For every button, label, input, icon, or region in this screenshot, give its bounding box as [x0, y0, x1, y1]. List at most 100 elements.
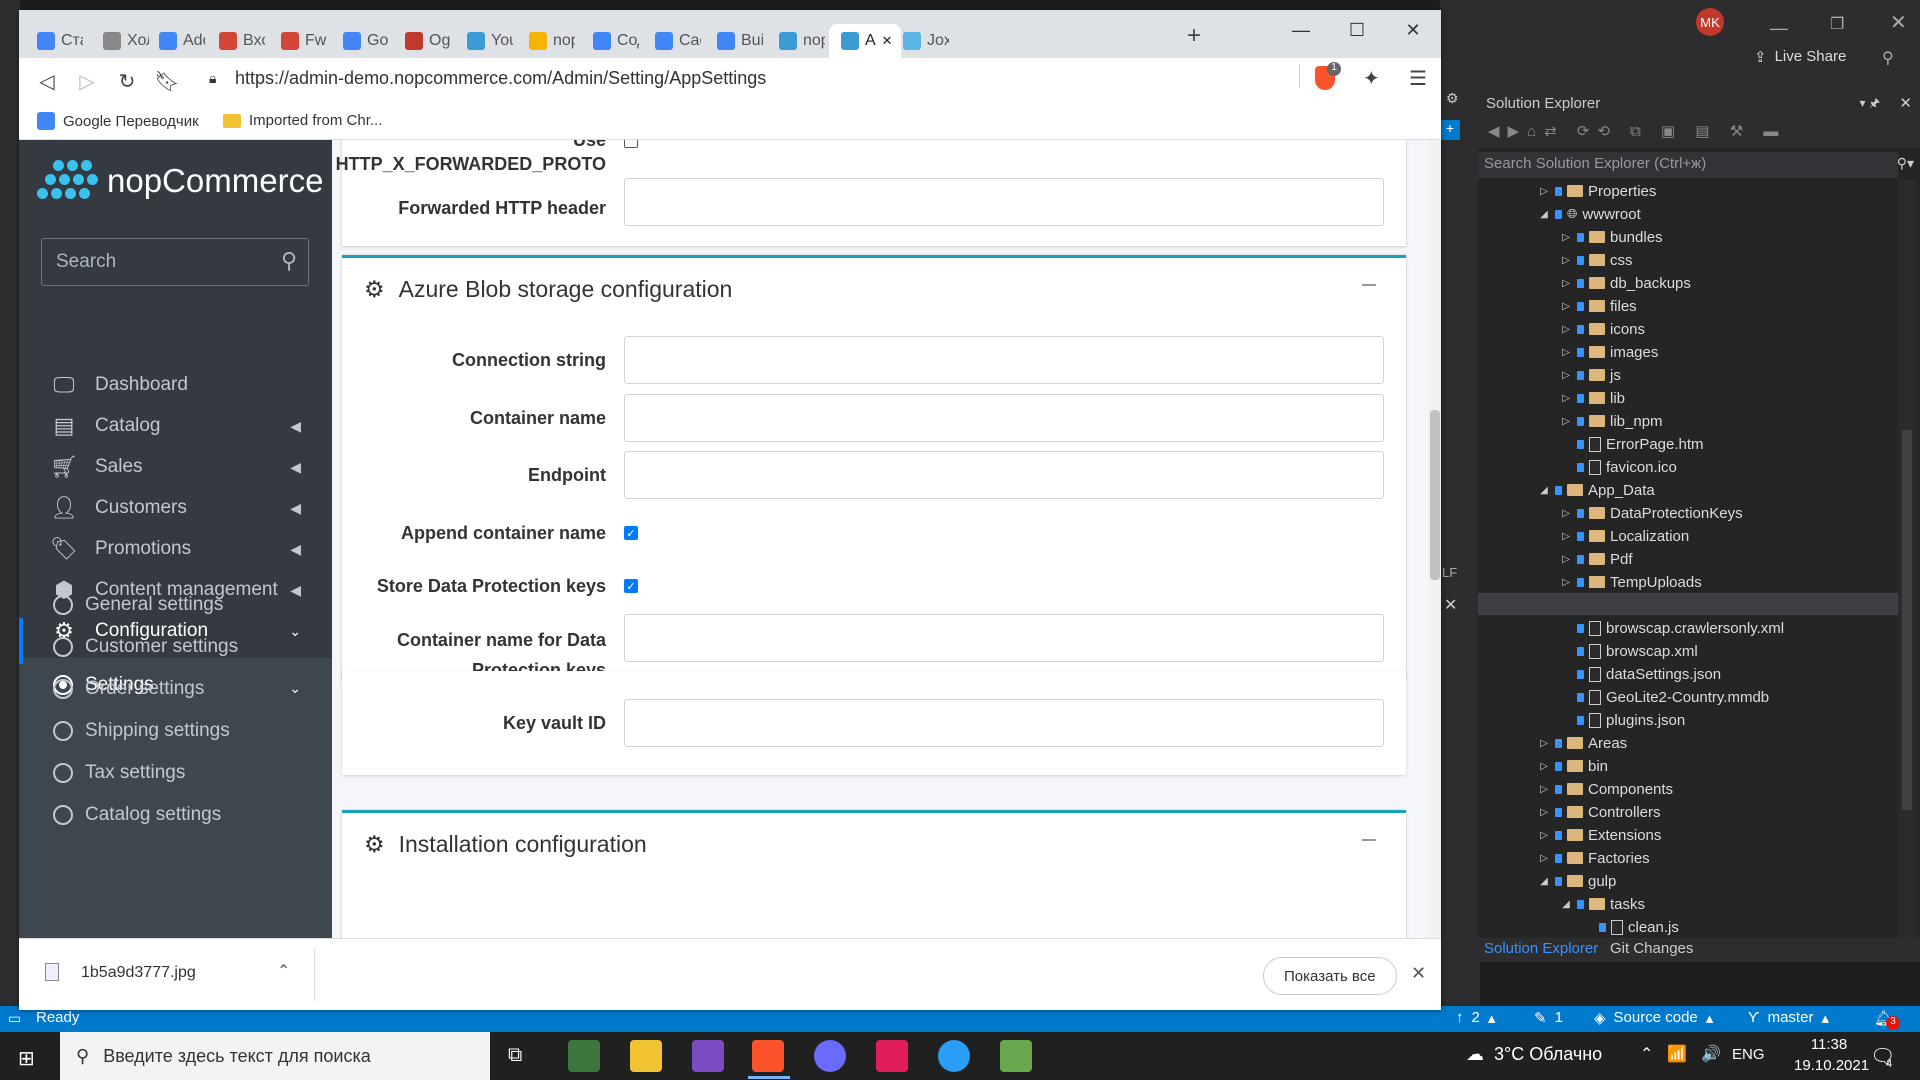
menu-icon[interactable]: ☰ — [1409, 66, 1427, 91]
expand-toggle-icon[interactable]: ▷ — [1560, 508, 1572, 519]
taskbar-search[interactable]: ⚲ Введите здесь текст для поиска — [60, 1032, 490, 1080]
expand-toggle-icon[interactable]: ◢ — [1538, 876, 1550, 887]
azure-card-title[interactable]: ⚙ Azure Blob storage configuration — [364, 276, 732, 303]
page-scroll-thumb[interactable] — [1430, 410, 1440, 580]
collapse-icon[interactable] — [1362, 284, 1376, 286]
expand-toggle-icon[interactable]: ◢ — [1560, 899, 1572, 910]
se-toolbar-icons[interactable]: ◀▶⌂⇄ ⟳⟲ ⧉ ▣ ▤ ⚒ ▬ — [1488, 122, 1786, 140]
tree-node[interactable]: ▷ Properties — [1538, 180, 1656, 202]
sidebar-item-promotions[interactable]: 🏷︎ Promotions ◀ — [49, 526, 319, 572]
sidebar-search-input[interactable]: Search — [41, 238, 309, 286]
browser-tab[interactable]: Вход — [207, 24, 265, 58]
tree-node[interactable]: ▷ db_backups — [1560, 272, 1691, 294]
container-name-input[interactable] — [624, 394, 1384, 442]
expand-toggle-icon[interactable]: ▷ — [1560, 347, 1572, 358]
se-scrollbar[interactable] — [1898, 180, 1916, 958]
app-icon-7[interactable] — [938, 1040, 970, 1072]
sidebar-subitem[interactable]: Shipping settings — [53, 710, 323, 752]
bookmark-imported[interactable]: Imported from Chr... — [223, 112, 382, 129]
sidebar-subitem[interactable]: General settings — [53, 584, 323, 626]
status-push[interactable]: ↑ 2 ▴ — [1456, 1009, 1495, 1027]
browser-tab[interactable]: Холо — [91, 24, 149, 58]
browser-tab[interactable]: Joxi — [891, 24, 949, 58]
tree-node[interactable]: ErrorPage.htm — [1560, 433, 1704, 455]
download-filename[interactable]: 1b5a9d3777.jpg — [81, 964, 196, 982]
reload-icon[interactable]: ↻ — [107, 61, 147, 101]
back-icon[interactable]: ◁ — [27, 61, 67, 101]
browser-tab[interactable]: Соде — [581, 24, 639, 58]
browser-tab[interactable]: Cach — [643, 24, 701, 58]
browser-tab[interactable]: Addi — [147, 24, 205, 58]
expand-toggle-icon[interactable]: ▷ — [1538, 807, 1550, 818]
expand-toggle-icon[interactable]: ▷ — [1538, 738, 1550, 749]
bookmark-google-translate[interactable]: Google Переводчик — [37, 112, 199, 130]
browser-tab[interactable]: nopC — [767, 24, 825, 58]
tree-node[interactable]: clean.js — [1582, 916, 1679, 938]
logo[interactable]: nopCommerce — [35, 158, 323, 204]
sidebar-subitem[interactable]: Catalog settings — [53, 794, 323, 836]
tree-node[interactable]: ▷ Controllers — [1538, 801, 1660, 823]
tree-node[interactable]: ▷ Extensions — [1538, 824, 1661, 846]
expand-toggle-icon[interactable]: ▷ — [1538, 853, 1550, 864]
browser-tab[interactable]: Your — [455, 24, 513, 58]
status-branch[interactable]: Ƴmaster ▴ — [1748, 1009, 1829, 1027]
forwarded-header-input[interactable] — [624, 178, 1384, 226]
bookmark-icon[interactable]: 🔖︎ — [147, 61, 187, 101]
tree-node[interactable]: ▷ files — [1560, 295, 1637, 317]
expand-toggle-icon[interactable]: ▷ — [1560, 278, 1572, 289]
tree-node[interactable]: ▷ TempUploads — [1560, 571, 1702, 593]
key-vault-input[interactable] — [624, 699, 1384, 747]
search-icon[interactable]: ⚲ — [281, 248, 297, 274]
close-icon[interactable]: ✕ — [1385, 10, 1441, 50]
expand-toggle-icon[interactable]: ▷ — [1538, 761, 1550, 772]
tree-node[interactable]: ▷ Localization — [1560, 525, 1689, 547]
tree-node[interactable]: ▷ Areas — [1538, 732, 1627, 754]
tree-node[interactable]: ▷ icons — [1560, 318, 1645, 340]
tree-node[interactable]: ▷ Factories — [1538, 847, 1650, 869]
address-bar[interactable]: https://admin-demo.nopcommerce.com/Admin… — [235, 68, 766, 89]
expand-toggle-icon[interactable]: ▷ — [1560, 301, 1572, 312]
minimize-icon[interactable]: — — [1770, 18, 1788, 39]
append-container-checkbox[interactable]: ✓ — [624, 526, 638, 540]
tree-node[interactable]: ▷ bin — [1538, 755, 1608, 777]
tree-node[interactable]: ▷ js — [1560, 364, 1621, 386]
expand-toggle-icon[interactable]: ▷ — [1560, 232, 1572, 243]
expand-toggle-icon[interactable]: ▷ — [1560, 531, 1572, 542]
se-search-input[interactable]: Search Solution Explorer (Ctrl+ж) — [1478, 152, 1898, 178]
se-scroll-thumb[interactable] — [1902, 430, 1912, 810]
sync-icon[interactable]: + — [1440, 120, 1460, 140]
weather-widget[interactable]: ☁ 3°C Облачно — [1466, 1044, 1602, 1065]
expand-toggle-icon[interactable]: ▷ — [1560, 554, 1572, 565]
endpoint-input[interactable] — [624, 451, 1384, 499]
explorer-icon[interactable] — [630, 1040, 662, 1072]
forward-icon[interactable]: ▷ — [67, 61, 107, 101]
collapse-icon[interactable] — [1362, 839, 1376, 841]
use-forwarded-checkbox[interactable] — [624, 140, 638, 148]
close-icon[interactable]: ✕ — [1890, 10, 1907, 35]
tree-node[interactable]: browscap.crawlersonly.xml — [1560, 617, 1784, 639]
expand-toggle-icon[interactable]: ▷ — [1560, 577, 1572, 588]
browser-tab[interactable]: nopC — [517, 24, 575, 58]
tab-solution-explorer[interactable]: Solution Explorer — [1484, 940, 1598, 957]
expand-toggle-icon[interactable]: ▷ — [1560, 393, 1572, 404]
install-card-title[interactable]: ⚙ Installation configuration — [364, 831, 647, 858]
close-icon[interactable]: ✕ — [1899, 94, 1912, 112]
browser-tab[interactable]: Goog — [331, 24, 389, 58]
app-icon-1[interactable] — [568, 1040, 600, 1072]
tree-node[interactable]: ▷ DataProtectionKeys — [1560, 502, 1742, 524]
windows-start-icon[interactable]: ⊞ — [18, 1046, 35, 1071]
close-icon[interactable]: ✕ — [1411, 963, 1426, 984]
status-changes[interactable]: ✎ 1 — [1534, 1009, 1563, 1027]
store-dp-keys-checkbox[interactable]: ✓ — [624, 579, 638, 593]
sidebar-subitem[interactable]: Customer settings — [53, 626, 323, 668]
sidebar-subitem[interactable]: Tax settings — [53, 752, 323, 794]
tree-node[interactable]: dataSettings.json — [1560, 663, 1721, 685]
visual-studio-icon[interactable] — [692, 1040, 724, 1072]
tree-node[interactable]: favicon.ico — [1560, 456, 1677, 478]
pin-icon[interactable]: ▾ 🖈 — [1860, 94, 1880, 115]
brave-icon[interactable] — [752, 1040, 784, 1072]
browser-tab[interactable]: Fwd: — [269, 24, 327, 58]
user-avatar[interactable]: MK — [1696, 8, 1724, 36]
browser-tab[interactable]: Ogra — [393, 24, 451, 58]
tree-node[interactable]: ▷ images — [1560, 341, 1658, 363]
